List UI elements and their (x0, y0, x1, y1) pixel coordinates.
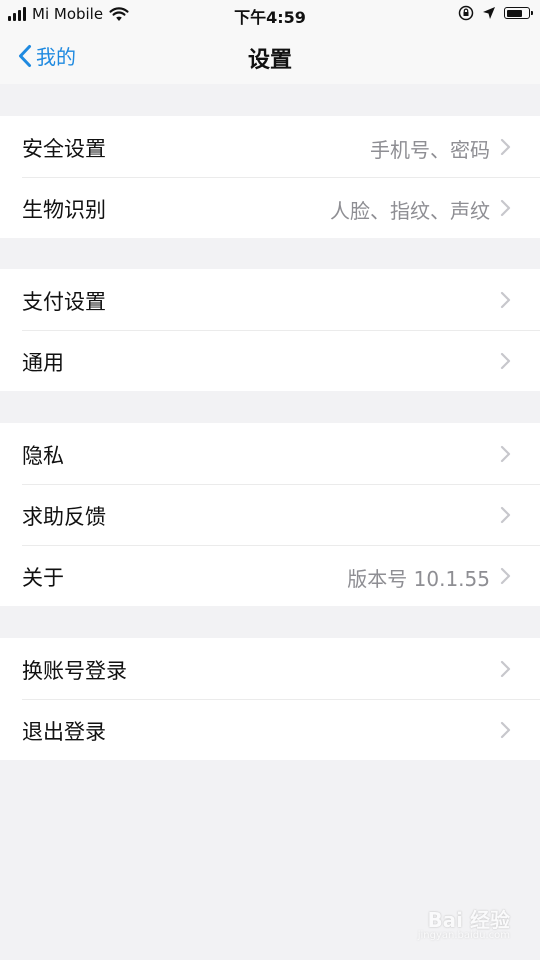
settings-group-account: 安全设置 手机号、密码 生物识别 人脸、指纹、声纹 (0, 116, 540, 238)
row-value: 人脸、指纹、声纹 (330, 199, 490, 223)
settings-row-privacy[interactable]: 隐私 (0, 423, 540, 484)
row-label: 安全设置 (22, 137, 106, 161)
row-label: 关于 (22, 566, 64, 590)
page-title: 设置 (247, 48, 292, 73)
chevron-right-icon (500, 660, 511, 678)
watermark-domain: jingyan.baidu.com (417, 930, 510, 941)
row-label: 退出登录 (22, 720, 106, 744)
settings-row-switch-account[interactable]: 换账号登录 (0, 638, 540, 699)
settings-row-logout[interactable]: 退出登录 (0, 699, 540, 760)
orientation-lock-icon (458, 5, 474, 21)
row-value: 手机号、密码 (370, 138, 490, 162)
chevron-right-icon (500, 445, 511, 463)
settings-row-biometrics[interactable]: 生物识别 人脸、指纹、声纹 (0, 177, 540, 238)
chevron-right-icon (500, 199, 511, 217)
battery-level (506, 9, 522, 17)
row-label: 生物识别 (22, 198, 106, 222)
location-arrow-icon (483, 7, 495, 19)
settings-group-info: 隐私 求助反馈 关于 版本号 10.1.55 (0, 423, 540, 606)
settings-row-payment[interactable]: 支付设置 (0, 269, 540, 330)
row-label: 隐私 (22, 444, 64, 468)
settings-row-feedback[interactable]: 求助反馈 (0, 484, 540, 545)
watermark-brand: Bai 经验 (427, 908, 510, 932)
row-value: 版本号 10.1.55 (347, 567, 490, 591)
settings-group-payment: 支付设置 通用 (0, 269, 540, 391)
chevron-right-icon (500, 721, 511, 739)
settings-row-security[interactable]: 安全设置 手机号、密码 (0, 116, 540, 177)
chevron-right-icon (500, 506, 511, 524)
chevron-right-icon (500, 291, 511, 309)
row-label: 换账号登录 (22, 659, 127, 683)
chevron-right-icon (500, 567, 511, 585)
battery-icon (504, 7, 533, 19)
settings-group-session: 换账号登录 退出登录 (0, 638, 540, 760)
row-label: 支付设置 (22, 290, 106, 314)
status-right (458, 5, 533, 21)
row-label: 通用 (22, 351, 64, 375)
row-label: 求助反馈 (22, 505, 106, 529)
settings-row-general[interactable]: 通用 (0, 330, 540, 391)
settings-row-about[interactable]: 关于 版本号 10.1.55 (0, 545, 540, 606)
navigation-bar: 我的 设置 (0, 30, 540, 84)
chevron-right-icon (500, 352, 511, 370)
baidu-jingyan-watermark: Bai 经验 jingyan.baidu.com (380, 900, 510, 948)
settings-screen: Mi Mobile 下午4:59 我的 设置 安全设置 手机号、密码 生物识别 … (0, 0, 540, 960)
chevron-right-icon (500, 138, 511, 156)
status-bar: Mi Mobile 下午4:59 (0, 0, 540, 30)
